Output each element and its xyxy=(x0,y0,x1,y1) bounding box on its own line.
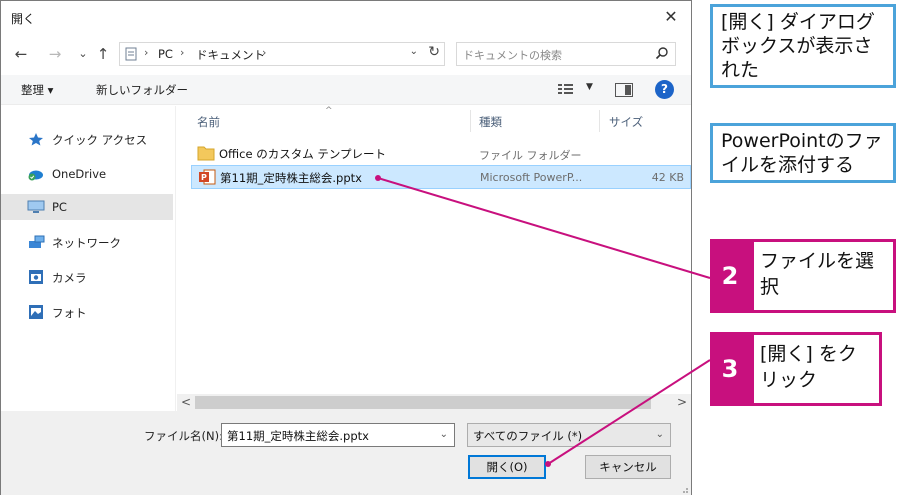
refresh-icon[interactable]: ↻ xyxy=(428,44,440,60)
sidebar-item-label: OneDrive xyxy=(52,167,107,181)
file-type-select[interactable]: すべてのファイル (*) ⌄ xyxy=(467,423,671,447)
chevron-down-icon[interactable]: ⌄ xyxy=(440,429,448,440)
network-icon xyxy=(29,235,45,248)
document-location-icon xyxy=(125,47,137,61)
svg-text:P: P xyxy=(201,173,207,182)
sidebar-item-onedrive[interactable]: OneDrive xyxy=(1,161,173,187)
cancel-button[interactable]: キャンセル xyxy=(585,455,671,479)
folder-icon xyxy=(197,146,215,161)
star-icon xyxy=(29,133,43,146)
scroll-left-icon[interactable]: < xyxy=(178,395,194,410)
file-size: 42 KB xyxy=(651,171,684,184)
filename-value: 第11期_定時株主総会.pptx xyxy=(227,429,369,443)
sidebar-item-label: PC xyxy=(52,200,67,214)
breadcrumb-separator: › xyxy=(180,46,185,59)
annotation-attach-file: PowerPointのファイルを添付する xyxy=(710,123,896,183)
scrollbar-thumb[interactable] xyxy=(195,396,651,409)
command-bar: 整理 ▾ 新しいフォルダー ▼ ? xyxy=(1,75,691,105)
column-header-type[interactable]: 種類 xyxy=(479,114,502,130)
sidebar-item-label: クイック アクセス xyxy=(52,133,148,147)
navigation-bar: ← → ⌄ ↑ › PC › ドキュメント › ⌄ ↻ ドキュメントの検索 xyxy=(1,39,691,69)
view-dropdown-icon[interactable]: ▼ xyxy=(586,82,593,92)
sidebar-item-label: ネットワーク xyxy=(52,236,121,250)
file-row-selected[interactable]: P 第11期_定時株主総会.pptx Microsoft PowerP... 4… xyxy=(191,165,691,189)
cloud-icon xyxy=(28,170,43,181)
sidebar-item-camera[interactable]: カメラ xyxy=(1,264,173,290)
dialog-footer: ファイル名(N): 第11期_定時株主総会.pptx ⌄ すべてのファイル (*… xyxy=(1,411,691,495)
sidebar-item-quick-access[interactable]: クイック アクセス xyxy=(1,126,173,152)
view-options-icon[interactable] xyxy=(557,82,575,96)
file-type: Microsoft PowerP... xyxy=(480,171,583,184)
preview-pane-icon[interactable] xyxy=(615,83,633,97)
file-type: ファイル フォルダー xyxy=(479,149,582,162)
address-bar[interactable]: › PC › ドキュメント › ⌄ ↻ xyxy=(119,42,445,66)
pictures-folder-icon xyxy=(29,305,43,319)
sidebar-item-label: フォト xyxy=(52,306,87,320)
annotation-text: [開く] ダイアログボックスが表示された xyxy=(713,7,893,85)
breadcrumb-documents[interactable]: ドキュメント xyxy=(196,47,265,63)
open-button[interactable]: 開く(O) xyxy=(468,455,546,479)
breadcrumb-separator: › xyxy=(144,46,149,59)
help-icon[interactable]: ? xyxy=(655,80,674,99)
filename-input[interactable]: 第11期_定時株主総会.pptx ⌄ xyxy=(221,423,455,447)
sidebar-item-network[interactable]: ネットワーク xyxy=(1,229,173,255)
column-divider[interactable] xyxy=(470,110,471,132)
file-list: ^ 名前 種類 サイズ Office のカスタム テンプレート ファイル フォル… xyxy=(177,106,691,394)
step-2-callout: 2 ファイルを選択 xyxy=(710,239,896,313)
annotation-dialog-shown: [開く] ダイアログボックスが表示された xyxy=(710,4,896,88)
dialog-title: 開く xyxy=(11,12,36,26)
sidebar-item-photos[interactable]: フォト xyxy=(1,299,173,325)
file-type-value: すべてのファイル (*) xyxy=(473,429,583,443)
search-icon xyxy=(655,47,668,60)
up-arrow-icon[interactable]: ↑ xyxy=(93,43,113,65)
file-name: 第11期_定時株主総会.pptx xyxy=(220,171,362,185)
organize-menu[interactable]: 整理 ▾ xyxy=(21,82,53,98)
recent-locations-dropdown-icon[interactable]: ⌄ xyxy=(73,43,93,65)
annotation-text: PowerPointのファイルを添付する xyxy=(713,126,893,180)
horizontal-scrollbar[interactable]: < > xyxy=(177,394,691,411)
sort-indicator-icon: ^ xyxy=(325,106,333,116)
sidebar-item-pc[interactable]: PC xyxy=(1,194,173,220)
resize-grip-icon[interactable] xyxy=(679,484,689,494)
file-name: Office のカスタム テンプレート xyxy=(219,147,387,161)
address-dropdown-icon[interactable]: ⌄ xyxy=(410,46,418,57)
scroll-right-icon[interactable]: > xyxy=(674,395,690,410)
step-text: [開く] をクリック xyxy=(754,335,879,403)
column-header-size[interactable]: サイズ xyxy=(609,114,643,130)
column-divider[interactable] xyxy=(599,110,600,132)
title-bar: 開く ✕ xyxy=(1,1,691,33)
step-number: 2 xyxy=(721,262,739,290)
forward-arrow-icon[interactable]: → xyxy=(45,43,65,65)
chevron-down-icon[interactable]: ⌄ xyxy=(656,429,664,440)
step-number: 3 xyxy=(721,355,739,383)
open-file-dialog: 開く ✕ ← → ⌄ ↑ › PC › ドキュメント › ⌄ ↻ ドキュメントの… xyxy=(0,0,692,495)
breadcrumb-pc[interactable]: PC xyxy=(158,47,173,61)
new-folder-button[interactable]: 新しいフォルダー xyxy=(96,82,188,98)
filename-label: ファイル名(N): xyxy=(144,429,223,443)
camera-folder-icon xyxy=(29,270,43,284)
breadcrumb-separator: › xyxy=(262,46,267,59)
search-box[interactable]: ドキュメントの検索 xyxy=(456,42,676,66)
search-placeholder: ドキュメントの検索 xyxy=(463,49,562,62)
navigation-pane: クイック アクセス OneDrive PC ネットワーク カメラ フォト xyxy=(1,106,176,412)
step-text: ファイルを選択 xyxy=(754,242,893,310)
file-row[interactable]: Office のカスタム テンプレート ファイル フォルダー xyxy=(191,142,691,166)
powerpoint-file-icon: P xyxy=(199,169,216,185)
monitor-icon xyxy=(27,200,45,213)
close-icon[interactable]: ✕ xyxy=(659,5,683,29)
column-header-name[interactable]: 名前 xyxy=(197,114,220,130)
back-arrow-icon[interactable]: ← xyxy=(11,43,31,65)
step-3-callout: 3 [開く] をクリック xyxy=(710,332,882,406)
sidebar-item-label: カメラ xyxy=(52,271,87,285)
